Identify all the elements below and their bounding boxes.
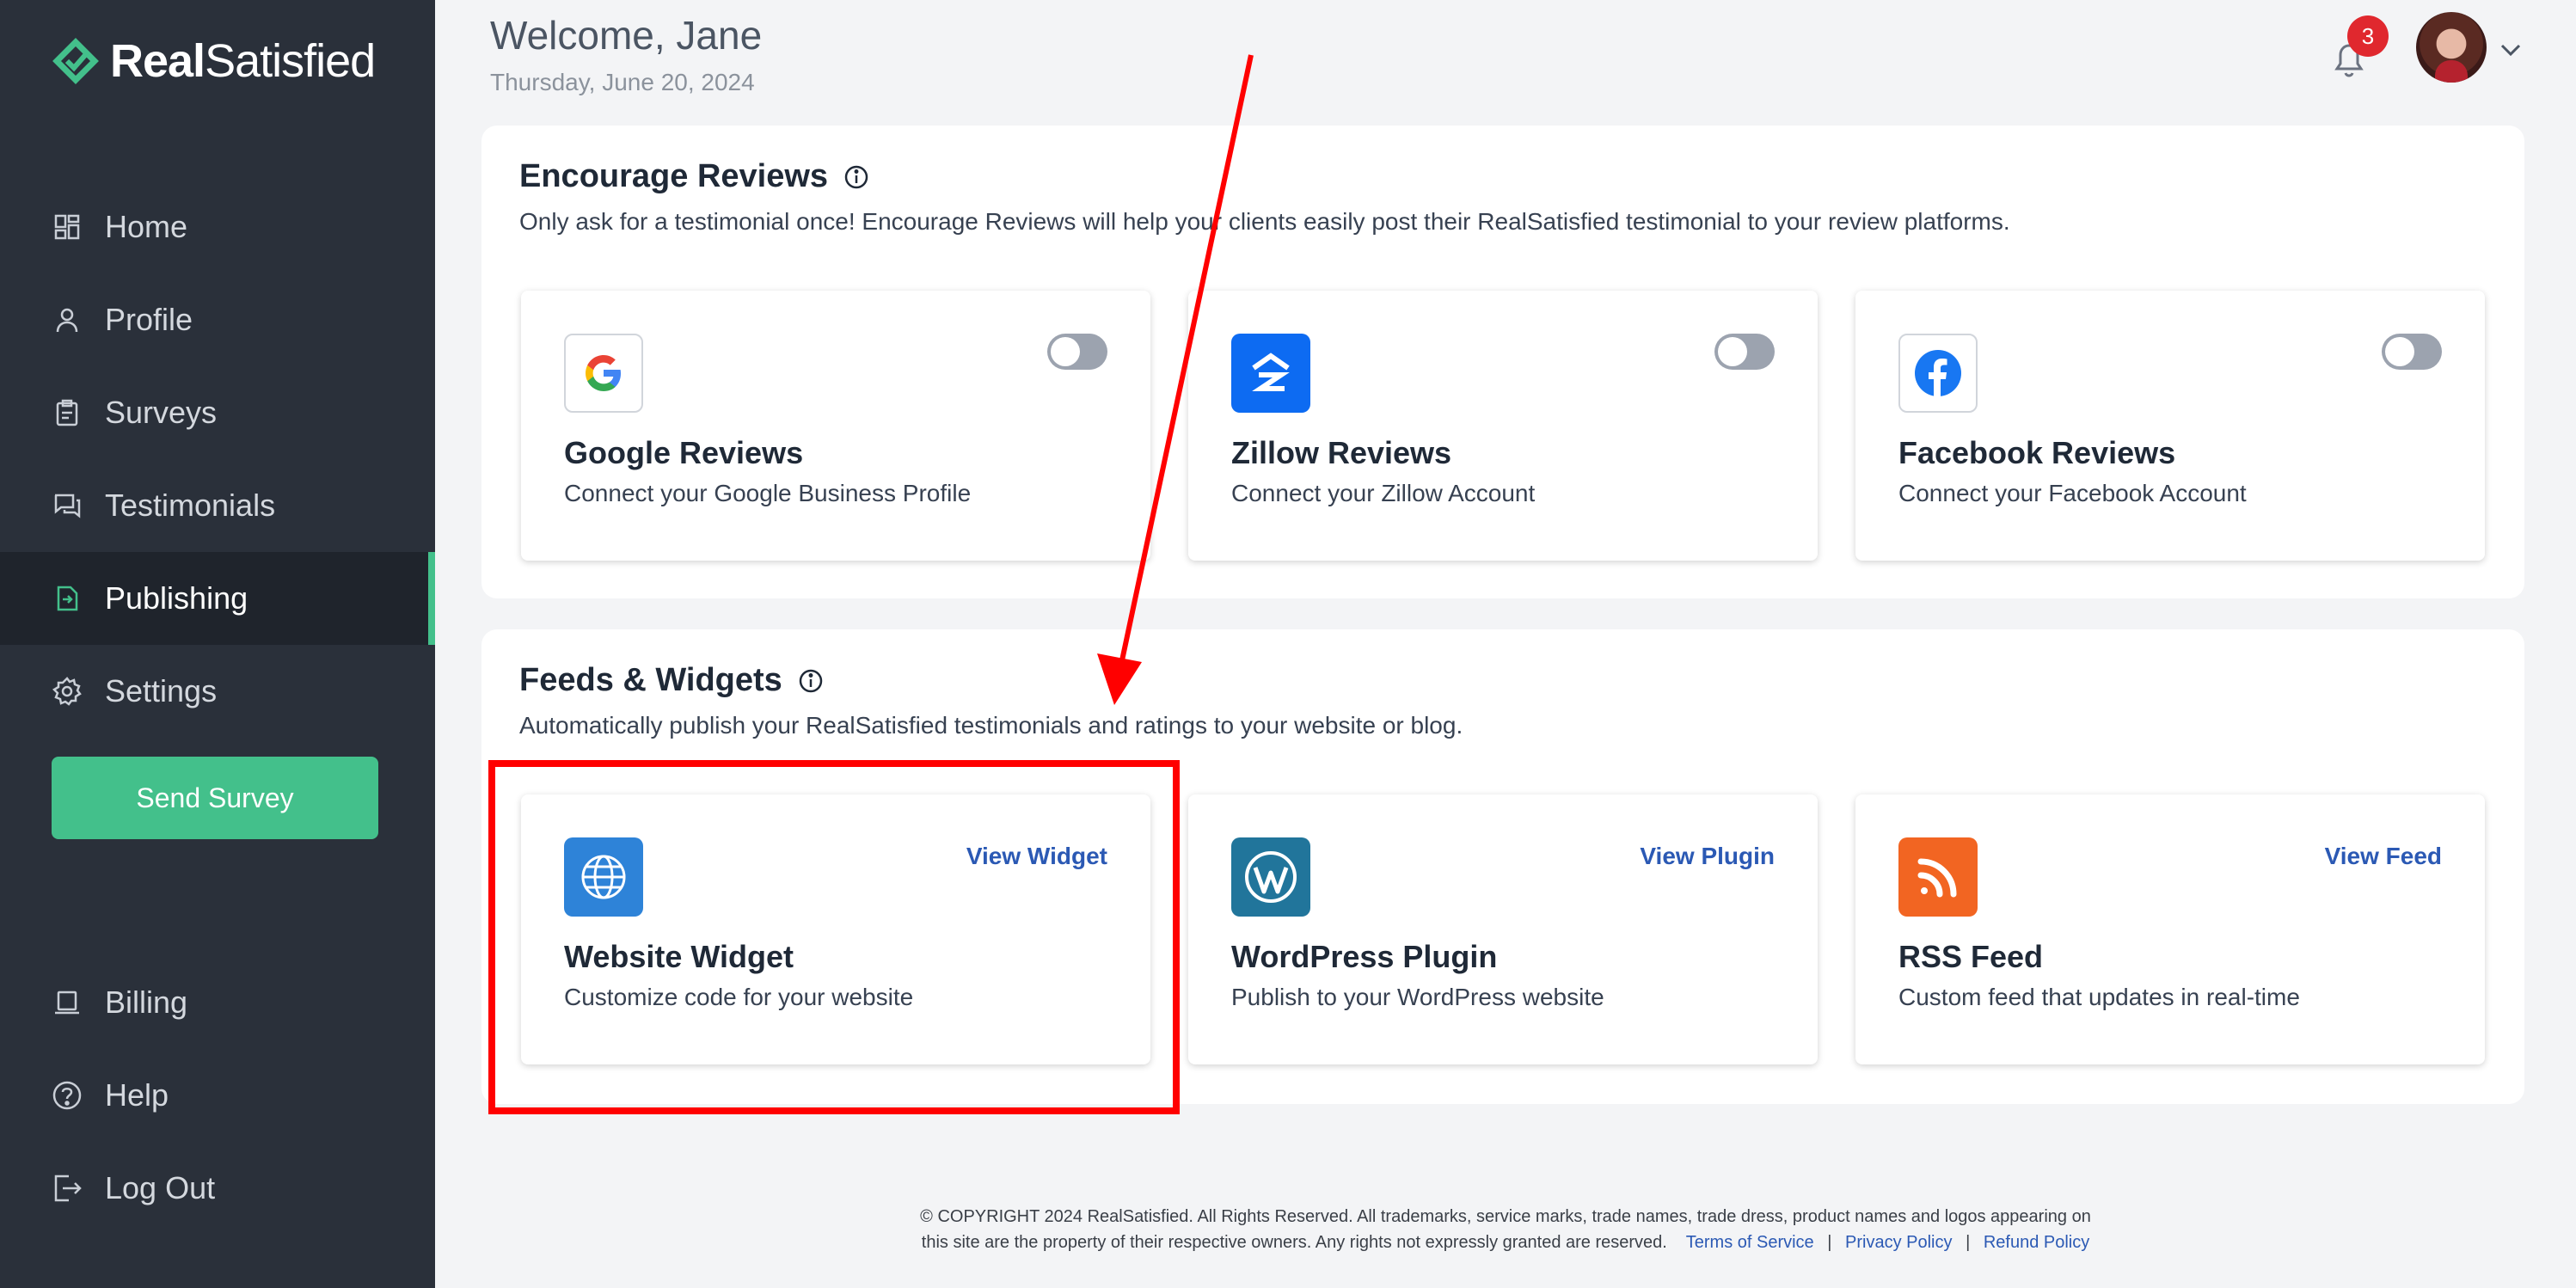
section-title: Encourage Reviews (519, 158, 869, 195)
sidebar-nav: Home Profile Surveys Testimonials Publis… (0, 181, 435, 738)
privacy-policy-link[interactable]: Privacy Policy (1845, 1233, 1952, 1252)
card-title: RSS Feed (1898, 939, 2044, 974)
card-description: Connect your Google Business Profile (564, 480, 972, 506)
avatar[interactable] (2416, 12, 2487, 83)
sidebar-item-label: Log Out (105, 1170, 216, 1205)
google-reviews-toggle[interactable] (1047, 334, 1107, 370)
view-widget-link[interactable]: View Widget (966, 843, 1107, 870)
google-reviews-card[interactable]: Google Reviews Connect your Google Busin… (521, 291, 1150, 561)
website-widget-card[interactable]: View Widget Website Widget Customize cod… (521, 794, 1150, 1064)
sidebar-item-label: Settings (105, 673, 218, 708)
sidebar-item-label: Surveys (105, 395, 218, 430)
sidebar-item-label: Profile (105, 302, 193, 337)
dashboard-icon (52, 212, 83, 242)
section-description: Only ask for a testimonial once! Encoura… (519, 208, 2010, 235)
sidebar-item-surveys[interactable]: Surveys (0, 366, 435, 459)
zillow-icon (1231, 334, 1310, 413)
zillow-reviews-toggle[interactable] (1714, 334, 1775, 370)
current-date: Thursday, June 20, 2024 (490, 69, 755, 95)
sidebar-item-billing[interactable]: Billing (0, 956, 435, 1049)
logo-mark-icon (52, 38, 99, 84)
logo[interactable]: RealSatisfied (52, 34, 376, 88)
copyright-line: © COPYRIGHT 2024 RealSatisfied. All Righ… (920, 1207, 2091, 1226)
view-plugin-link[interactable]: View Plugin (1640, 843, 1775, 870)
chevron-down-icon[interactable] (2495, 34, 2526, 65)
page-title: Welcome, Jane (490, 13, 763, 58)
sidebar: RealSatisfied Home Profile Surveys Testi… (0, 0, 435, 1288)
facebook-reviews-card[interactable]: Facebook Reviews Connect your Facebook A… (1855, 291, 2485, 561)
sidebar-item-testimonials[interactable]: Testimonials (0, 459, 435, 552)
info-icon[interactable] (798, 668, 824, 694)
card-title: Zillow Reviews (1231, 435, 1452, 470)
help-circle-icon (52, 1080, 83, 1111)
clipboard-icon (52, 397, 83, 428)
globe-icon (564, 837, 643, 917)
zillow-reviews-card[interactable]: Zillow Reviews Connect your Zillow Accou… (1188, 291, 1818, 561)
card-title: WordPress Plugin (1231, 939, 1498, 974)
wordpress-icon (1231, 837, 1310, 917)
card-description: Customize code for your website (564, 984, 914, 1010)
card-title: Website Widget (564, 939, 794, 974)
sidebar-item-help[interactable]: Help (0, 1049, 435, 1142)
notification-badge: 3 (2347, 15, 2389, 57)
facebook-reviews-toggle[interactable] (2382, 334, 2442, 370)
sidebar-item-label: Help (105, 1077, 169, 1113)
refund-policy-link[interactable]: Refund Policy (1984, 1233, 2089, 1252)
terms-of-service-link[interactable]: Terms of Service (1686, 1233, 1814, 1252)
section-description: Automatically publish your RealSatisfied… (519, 712, 1463, 739)
rss-icon (1898, 837, 1978, 917)
sidebar-item-label: Testimonials (105, 488, 276, 523)
logout-icon (52, 1173, 83, 1204)
view-feed-link[interactable]: View Feed (2325, 843, 2442, 870)
footer: © COPYRIGHT 2024 RealSatisfied. All Righ… (435, 1204, 2576, 1255)
feeds-widgets-panel: Feeds & Widgets Automatically publish yo… (481, 629, 2524, 1104)
sidebar-item-home[interactable]: Home (0, 181, 435, 273)
sidebar-item-label: Billing (105, 984, 188, 1020)
logo-text: RealSatisfied (110, 35, 376, 87)
card-description: Connect your Zillow Account (1231, 480, 1536, 506)
encourage-reviews-panel: Encourage Reviews Only ask for a testimo… (481, 126, 2524, 598)
wordpress-plugin-card[interactable]: View Plugin WordPress Plugin Publish to … (1188, 794, 1818, 1064)
gear-icon (52, 676, 83, 707)
facebook-icon (1898, 334, 1978, 413)
sidebar-item-label: Home (105, 209, 188, 244)
section-title: Feeds & Widgets (519, 662, 824, 699)
card-title: Facebook Reviews (1898, 435, 2176, 470)
card-description: Custom feed that updates in real-time (1898, 984, 2300, 1010)
user-icon (52, 304, 83, 335)
card-title: Google Reviews (564, 435, 804, 470)
google-icon (564, 334, 643, 413)
info-icon[interactable] (843, 164, 869, 190)
copyright-line-2: this site are the property of their resp… (921, 1233, 2090, 1252)
rss-feed-card[interactable]: View Feed RSS Feed Custom feed that upda… (1855, 794, 2485, 1064)
card-description: Connect your Facebook Account (1898, 480, 2247, 506)
laptop-icon (52, 987, 83, 1018)
sidebar-item-label: Publishing (105, 580, 248, 616)
sidebar-item-settings[interactable]: Settings (0, 645, 435, 738)
card-description: Publish to your WordPress website (1231, 984, 1604, 1010)
sidebar-item-publishing[interactable]: Publishing (0, 552, 435, 645)
chat-icon (52, 490, 83, 521)
publish-icon (52, 583, 83, 614)
sidebar-bottom-nav: Billing Help Log Out (0, 956, 435, 1235)
sidebar-item-logout[interactable]: Log Out (0, 1142, 435, 1235)
send-survey-button[interactable]: Send Survey (52, 757, 378, 839)
sidebar-item-profile[interactable]: Profile (0, 273, 435, 366)
